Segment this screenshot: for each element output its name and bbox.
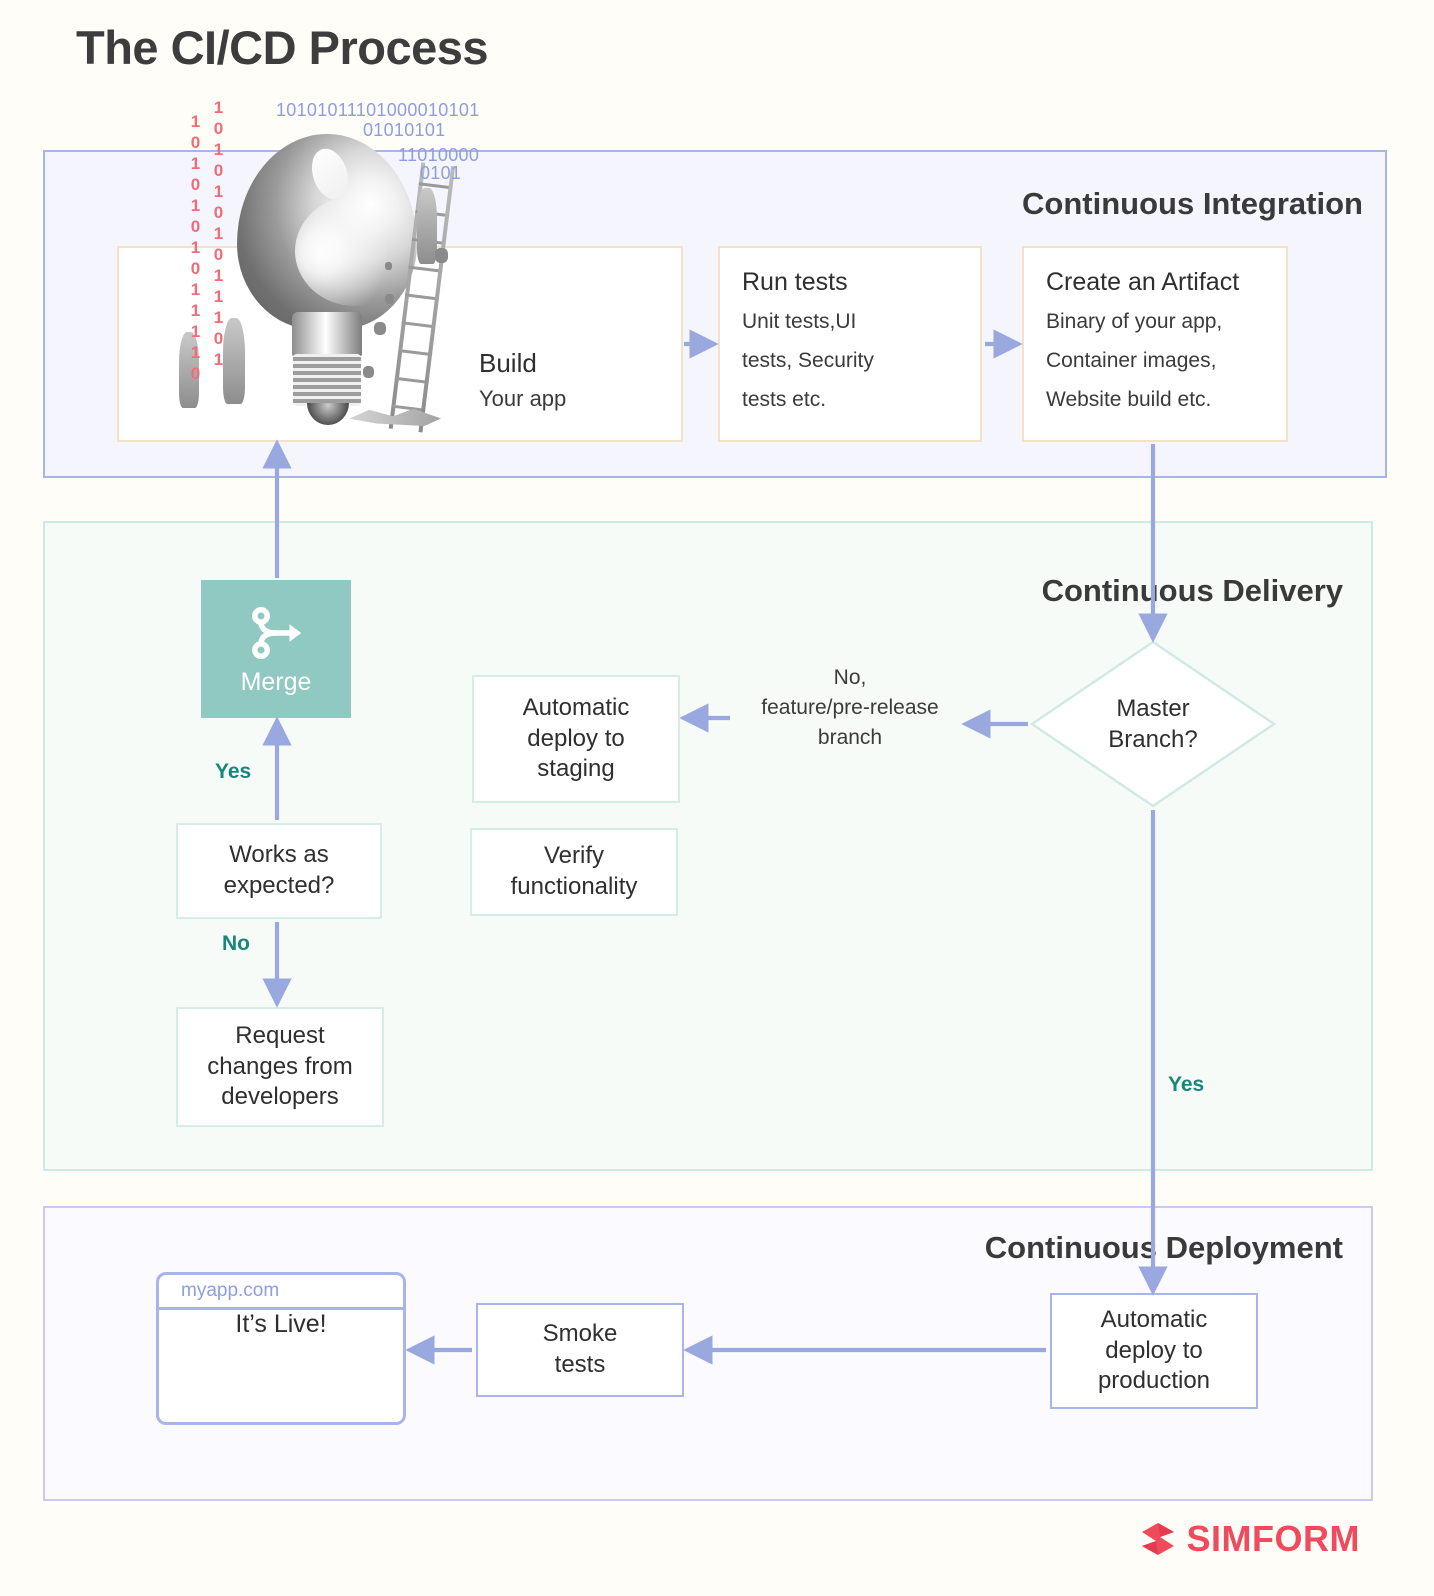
git-merge-icon — [252, 606, 302, 659]
run-tests-line-2: tests, Security — [742, 349, 874, 373]
merge-box: Merge — [201, 580, 351, 718]
create-artifact-line-2: Container images, — [1046, 349, 1217, 373]
flow-label-yes-merge: Yes — [215, 760, 252, 783]
no-branch-line-3: branch — [817, 725, 883, 749]
verify-functionality-box: Verify functionality — [470, 828, 678, 916]
merge-label: Merge — [240, 667, 312, 696]
section-title-continuous-deployment: Continuous Deployment — [984, 1230, 1343, 1265]
smoke-tests-line-2: tests — [554, 1351, 606, 1378]
page-title: The CI/CD Process — [76, 21, 489, 74]
works-as-expected-line-2: expected? — [223, 872, 335, 899]
simform-logo-icon — [1141, 1523, 1174, 1555]
flow-label-no-request: No — [222, 932, 250, 955]
automatic-deploy-production-box: Automatic deploy to production — [1050, 1293, 1258, 1409]
master-branch-label: Master Branch? — [1030, 640, 1276, 808]
works-as-expected-line-1: Works as — [229, 841, 329, 869]
create-artifact-line-1: Binary of your app, — [1046, 310, 1223, 334]
create-artifact-heading: Create an Artifact — [1046, 268, 1240, 297]
master-branch-line-2: Branch? — [1108, 726, 1198, 753]
works-as-expected-box: Works as expected? — [176, 823, 382, 919]
verify-line-2: functionality — [510, 873, 638, 900]
deploy-staging-line-1: Automatic — [522, 693, 630, 721]
binary-row-2: 01010101 — [363, 120, 446, 140]
binary-row-1: 10101011101000010101 — [276, 100, 480, 120]
simform-logo: SIMFORM — [1138, 1518, 1360, 1560]
verify-line-1: Verify — [543, 842, 605, 870]
no-branch-line-2: feature/pre-release — [761, 695, 939, 719]
build-box-subtext: Your app — [479, 386, 567, 411]
run-tests-line-1: Unit tests,UI — [742, 310, 857, 334]
request-changes-line-2: changes from — [207, 1052, 353, 1080]
create-artifact-details: Binary of your app, Container images, We… — [1046, 303, 1286, 420]
master-branch-line-1: Master — [1116, 694, 1190, 722]
section-title-continuous-delivery: Continuous Delivery — [1041, 573, 1343, 608]
run-tests-box: Run tests Unit tests,UI tests, Security … — [718, 246, 982, 442]
browser-url-bar: myapp.com — [159, 1275, 403, 1310]
simform-logo-text: SIMFORM — [1186, 1518, 1360, 1559]
diagram-canvas: The CI/CD Process Continuous Integration… — [0, 0, 1434, 1596]
run-tests-details: Unit tests,UI tests, Security tests etc. — [742, 303, 980, 420]
smoke-tests-line-1: Smoke — [542, 1320, 618, 1348]
no-branch-label: No, feature/pre-release branch — [738, 663, 962, 752]
request-changes-line-3: developers — [221, 1083, 339, 1111]
its-live-message: It’s Live! — [235, 1310, 327, 1338]
create-artifact-box: Create an Artifact Binary of your app, C… — [1022, 246, 1288, 442]
master-branch-decision: Master Branch? — [1030, 640, 1276, 808]
browser-url-text: myapp.com — [181, 1280, 280, 1301]
deploy-staging-line-3: staging — [537, 755, 615, 783]
smoke-tests-box: Smoke tests — [476, 1303, 684, 1397]
deploy-staging-line-2: deploy to — [527, 724, 625, 752]
automatic-deploy-staging-box: Automatic deploy to staging — [472, 675, 680, 803]
no-branch-line-1: No, — [833, 666, 867, 689]
live-site-browser-window: myapp.com It’s Live! — [156, 1272, 406, 1425]
create-artifact-line-3: Website build etc. — [1046, 387, 1212, 411]
request-changes-line-1: Request — [235, 1021, 325, 1049]
request-changes-box: Request changes from developers — [176, 1007, 384, 1127]
binary-row-4: 0101 — [420, 163, 462, 183]
deploy-production-line-3: production — [1097, 1367, 1211, 1395]
build-box-heading: Build — [479, 348, 537, 378]
binary-column-right: 1010101011101 — [209, 98, 229, 371]
flow-label-yes-production: Yes — [1168, 1073, 1205, 1096]
run-tests-heading: Run tests — [742, 268, 848, 297]
deploy-production-line-2: deploy to — [1105, 1336, 1203, 1364]
binary-column-left: 1010101011110 — [186, 112, 206, 385]
section-title-continuous-integration: Continuous Integration — [1022, 186, 1363, 221]
run-tests-line-3: tests etc. — [742, 387, 827, 411]
deploy-production-line-1: Automatic — [1100, 1305, 1208, 1333]
